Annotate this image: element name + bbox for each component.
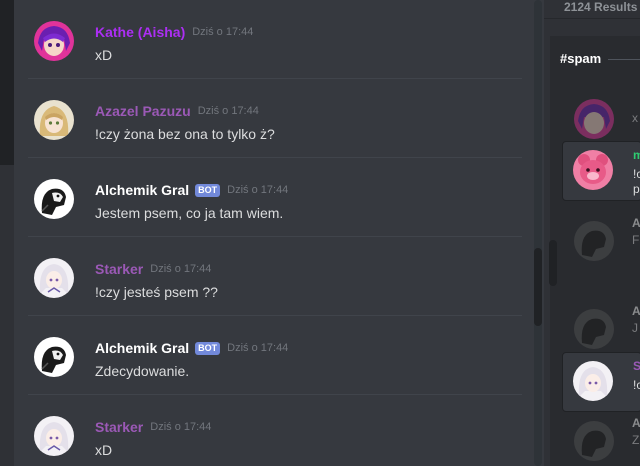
- message-list[interactable]: Kathe (Aisha) Dziś o 17:44 xD Azazel Paz…: [14, 0, 544, 466]
- avatar[interactable]: [34, 179, 74, 219]
- message-text: xD: [95, 442, 113, 458]
- message-timestamp: Dziś o 17:44: [192, 26, 254, 38]
- message-header: Starker Dziś o 17:44: [95, 261, 211, 277]
- result-text: !c: [633, 167, 640, 181]
- search-results-header: 2124 Results: [544, 0, 640, 19]
- search-result[interactable]: x: [562, 86, 640, 144]
- results-count: 2124 Results: [564, 0, 638, 14]
- avatar: [573, 150, 613, 190]
- message-timestamp: Dziś o 17:44: [197, 105, 259, 117]
- search-result[interactable]: S !c: [562, 352, 640, 412]
- message-timestamp: Dziś o 17:44: [150, 263, 212, 275]
- search-result[interactable]: A J: [562, 296, 640, 354]
- search-result[interactable]: A Z: [562, 408, 640, 466]
- avatar: [574, 421, 614, 461]
- bot-badge: BOT: [195, 341, 221, 355]
- search-results-panel: 2124 Results #spam x m !c p A F A J S !c…: [544, 0, 640, 466]
- message-header: Kathe (Aisha) Dziś o 17:44: [95, 24, 253, 40]
- result-author: A: [632, 304, 640, 318]
- message-header: Alchemik Gral BOT Dziś o 17:44: [95, 182, 288, 198]
- channel-divider: [608, 59, 640, 60]
- avatar-dog-sketch-icon: [34, 337, 74, 377]
- message-text: !czy jesteś psem ??: [95, 284, 218, 300]
- message-timestamp: Dziś o 17:44: [150, 421, 212, 433]
- message-header: Starker Dziś o 17:44: [95, 419, 211, 435]
- avatar-blonde-anime-icon: [34, 100, 74, 140]
- message[interactable]: Alchemik Gral BOT Dziś o 17:44 Jestem ps…: [14, 158, 522, 237]
- message[interactable]: Kathe (Aisha) Dziś o 17:44 xD: [14, 0, 522, 79]
- avatar-white-hair-anime-icon: [573, 361, 613, 401]
- avatar: [574, 99, 614, 139]
- message-timestamp: Dziś o 17:44: [227, 184, 289, 196]
- message[interactable]: Alchemik Gral BOT Dziś o 17:44 Zdecydowa…: [14, 316, 522, 395]
- avatar-dog-sketch-icon: [574, 309, 614, 349]
- avatar[interactable]: [34, 337, 74, 377]
- result-text: J: [632, 321, 638, 335]
- result-author: m: [633, 148, 640, 162]
- message-text: !czy żona bez ona to tylko ż?: [95, 126, 275, 142]
- result-text: Z: [632, 433, 640, 447]
- result-author: S: [633, 359, 640, 373]
- chat-scrollbar-thumb[interactable]: [534, 248, 542, 326]
- bot-badge: BOT: [195, 183, 221, 197]
- message-author[interactable]: Starker: [95, 419, 143, 435]
- avatar-dog-sketch-icon: [574, 221, 614, 261]
- channel-name[interactable]: #spam: [560, 51, 601, 66]
- search-result[interactable]: A F: [562, 208, 640, 266]
- avatar-purple-anime-icon: [34, 21, 74, 61]
- message-header: Azazel Pazuzu Dziś o 17:44: [95, 103, 259, 119]
- avatar-white-hair-anime-icon: [34, 258, 74, 298]
- avatar-dog-sketch-icon: [34, 179, 74, 219]
- message[interactable]: Starker Dziś o 17:44 xD: [14, 395, 522, 466]
- search-result[interactable]: m !c p: [562, 141, 640, 201]
- message-author[interactable]: Starker: [95, 261, 143, 277]
- message-timestamp: Dziś o 17:44: [227, 342, 289, 354]
- message-author[interactable]: Kathe (Aisha): [95, 24, 185, 40]
- message-author[interactable]: Alchemik Gral: [95, 182, 189, 198]
- avatar[interactable]: [34, 416, 74, 456]
- channel-list-edge: [0, 0, 14, 466]
- result-text: p: [633, 182, 640, 196]
- message-header: Alchemik Gral BOT Dziś o 17:44: [95, 340, 288, 356]
- message-text: Zdecydowanie.: [95, 363, 190, 379]
- result-text: !c: [633, 378, 640, 392]
- avatar: [573, 361, 613, 401]
- message-text: xD: [95, 47, 113, 63]
- avatar-pink-bear-icon: [573, 150, 613, 190]
- result-author: A: [632, 416, 640, 430]
- message-author[interactable]: Azazel Pazuzu: [95, 103, 191, 119]
- avatar-white-hair-anime-icon: [34, 416, 74, 456]
- results-scrollbar-thumb[interactable]: [549, 240, 557, 286]
- result-text: F: [632, 233, 640, 247]
- avatar-purple-anime-icon: [574, 99, 614, 139]
- chat-scrollbar-track[interactable]: [534, 0, 542, 466]
- message[interactable]: Starker Dziś o 17:44 !czy jesteś psem ??: [14, 237, 522, 316]
- avatar[interactable]: [34, 21, 74, 61]
- avatar[interactable]: [34, 100, 74, 140]
- message[interactable]: Azazel Pazuzu Dziś o 17:44 !czy żona bez…: [14, 79, 522, 158]
- avatar-dog-sketch-icon: [574, 421, 614, 461]
- result-text: x: [632, 111, 638, 125]
- avatar: [574, 221, 614, 261]
- message-text: Jestem psem, co ja tam wiem.: [95, 205, 284, 221]
- result-author: A: [632, 216, 640, 230]
- channel-list-edge-segment: [0, 0, 14, 165]
- message-author[interactable]: Alchemik Gral: [95, 340, 189, 356]
- avatar[interactable]: [34, 258, 74, 298]
- avatar: [574, 309, 614, 349]
